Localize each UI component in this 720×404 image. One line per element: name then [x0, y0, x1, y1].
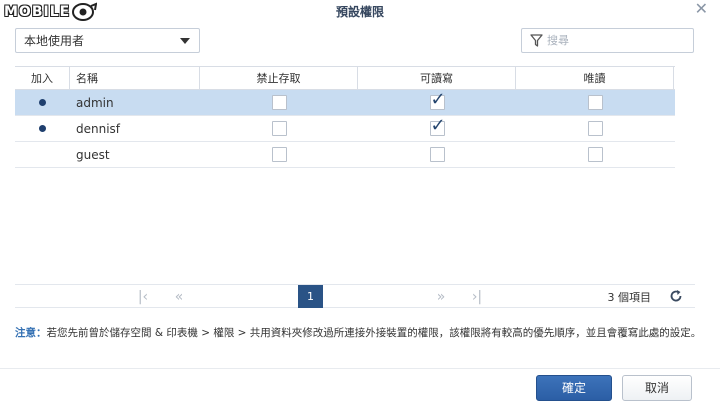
- current-page[interactable]: 1: [298, 285, 323, 308]
- close-icon[interactable]: ✕: [695, 1, 708, 17]
- table-row[interactable]: admin ✓ ✓ ✓: [15, 90, 675, 116]
- note-label: 注意：: [15, 327, 47, 339]
- deny-checkbox[interactable]: ✓: [271, 95, 287, 110]
- deny-checkbox[interactable]: ✓: [271, 121, 287, 136]
- cancel-button[interactable]: 取消: [622, 375, 692, 401]
- joined-indicator: [39, 125, 46, 132]
- read-only-checkbox[interactable]: ✓: [587, 95, 603, 110]
- user-type-select[interactable]: 本地使用者: [15, 28, 200, 53]
- joined-indicator: [39, 99, 46, 106]
- pagination-bar: |‹ « 1 » ›| 3 個項目: [15, 284, 695, 308]
- item-count: 3 個項目: [607, 291, 652, 304]
- search-field[interactable]: [521, 28, 694, 53]
- user-name: admin: [76, 95, 114, 110]
- note-body: 若您先前曾於儲存空間 & 印表機 > 權限 > 共用資料夾修改過所連接外接裝置的…: [46, 327, 702, 339]
- header-name[interactable]: 名稱: [70, 67, 200, 89]
- next-page-button[interactable]: »: [431, 287, 451, 307]
- dialog-title: 預設權限: [335, 5, 384, 19]
- first-page-button[interactable]: |‹: [133, 287, 153, 307]
- prev-page-button[interactable]: «: [169, 287, 189, 307]
- footer-divider: [0, 368, 720, 369]
- table-header: 加入 名稱 禁止存取 可讀寫 唯讀: [15, 66, 675, 90]
- filter-icon: [530, 34, 543, 47]
- header-read-write[interactable]: 可讀寫: [358, 67, 516, 89]
- permissions-table: 加入 名稱 禁止存取 可讀寫 唯讀 admin ✓ ✓ ✓ dennisf ✓ …: [15, 66, 675, 168]
- header-deny[interactable]: 禁止存取: [200, 67, 358, 89]
- deny-checkbox[interactable]: ✓: [271, 147, 287, 162]
- user-name: dennisf: [76, 121, 121, 136]
- ok-button[interactable]: 確定: [536, 375, 612, 401]
- read-only-checkbox[interactable]: ✓: [587, 121, 603, 136]
- read-write-checkbox[interactable]: ✓: [429, 117, 446, 136]
- user-name: guest: [76, 147, 110, 162]
- user-type-select-value: 本地使用者: [24, 34, 85, 48]
- read-only-checkbox[interactable]: ✓: [587, 147, 603, 162]
- table-row[interactable]: dennisf ✓ ✓ ✓: [15, 116, 675, 142]
- check-icon: ✓: [430, 115, 446, 136]
- table-row[interactable]: guest ✓ ✓ ✓: [15, 142, 675, 168]
- header-read-only[interactable]: 唯讀: [516, 67, 674, 89]
- note-text: 注意：若您先前曾於儲存空間 & 印表機 > 權限 > 共用資料夾修改過所連接外接…: [15, 324, 705, 342]
- last-page-button[interactable]: ›|: [467, 287, 487, 307]
- read-write-checkbox[interactable]: ✓: [429, 147, 445, 162]
- refresh-icon[interactable]: [669, 289, 683, 303]
- header-join[interactable]: 加入: [15, 67, 70, 89]
- search-input[interactable]: [547, 34, 677, 47]
- chevron-down-icon: [180, 38, 190, 44]
- check-icon: ✓: [430, 89, 446, 110]
- read-write-checkbox[interactable]: ✓: [429, 91, 446, 110]
